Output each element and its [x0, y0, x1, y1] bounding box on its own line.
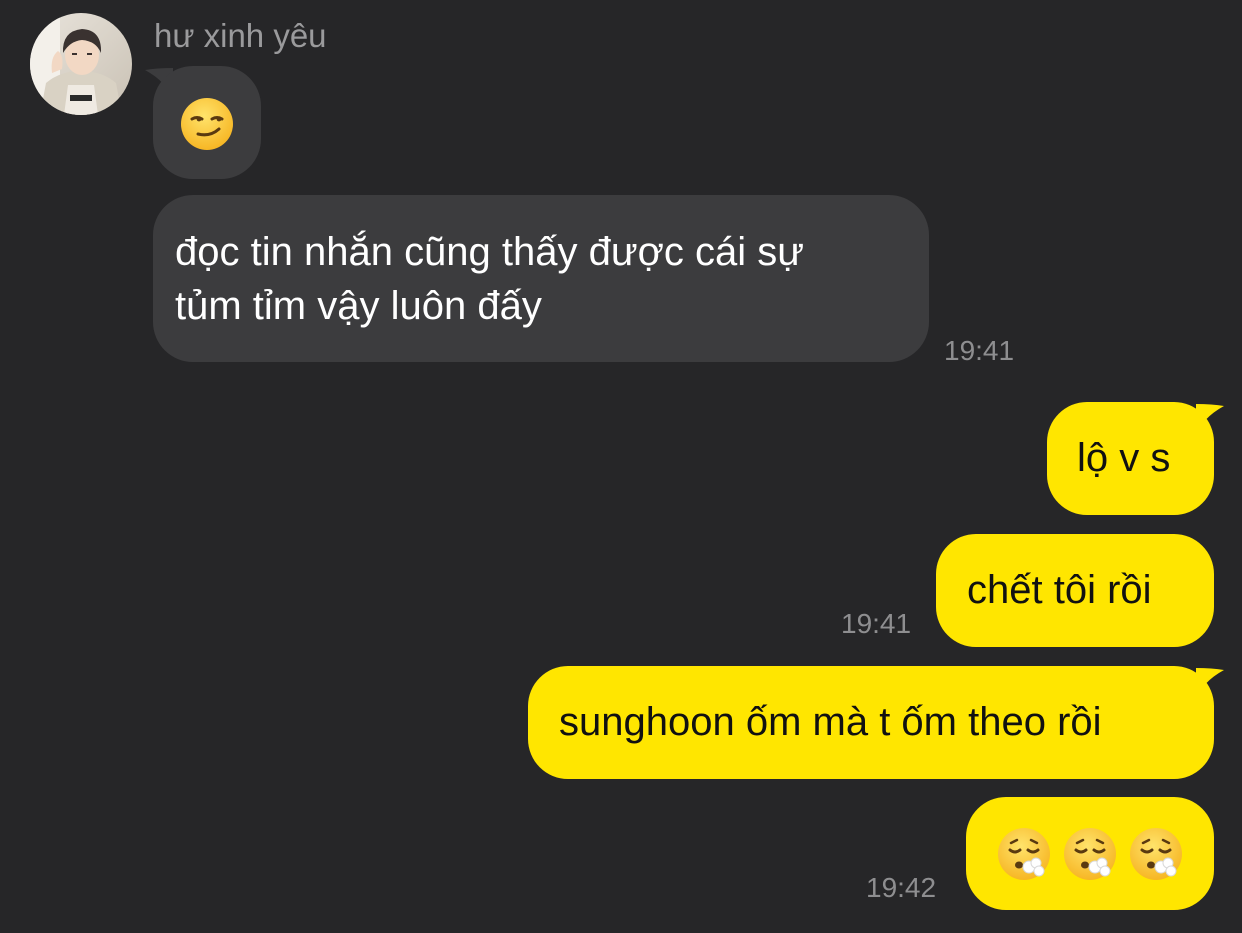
avatar-photo: [30, 13, 132, 115]
message-text-line-1: đọc tin nhắn cũng thấy được cái sự: [175, 230, 805, 274]
smirking-face-icon: [181, 98, 233, 150]
sender-avatar[interactable]: [30, 13, 132, 115]
message-timestamp: 19:42: [866, 872, 937, 903]
message-bubble-outgoing-emoji[interactable]: [966, 797, 1214, 910]
message-text-line-2: tủm tỉm vậy luôn đấy: [175, 284, 542, 328]
sender-name: hư xinh yêu: [154, 17, 327, 54]
message-bubble-outgoing-text[interactable]: sunghoon ốm mà t ốm theo rồi: [528, 666, 1214, 779]
message-timestamp: 19:41: [841, 608, 912, 639]
message-text: chết tôi rồi: [967, 568, 1152, 612]
face-exhaling-icon: [1064, 827, 1116, 880]
face-exhaling-icon: [1130, 827, 1182, 880]
face-exhaling-icon: [998, 827, 1050, 880]
message-bubble-incoming-emoji[interactable]: [153, 66, 261, 179]
message-bubble-outgoing-text[interactable]: chết tôi rồi: [936, 534, 1214, 647]
emoji-row: [966, 797, 1214, 910]
message-bubble-outgoing-text[interactable]: lộ v s: [1047, 402, 1214, 515]
chat-screen: hư xinh yêu đọc tin nhắn cũng thấy được …: [0, 0, 1242, 933]
message-text: lộ v s: [1077, 436, 1171, 480]
message-text: sunghoon ốm mà t ốm theo rồi: [559, 700, 1102, 744]
message-bubble-incoming-text[interactable]: đọc tin nhắn cũng thấy được cái sự tủm t…: [153, 195, 929, 362]
message-timestamp: 19:41: [944, 335, 1015, 366]
